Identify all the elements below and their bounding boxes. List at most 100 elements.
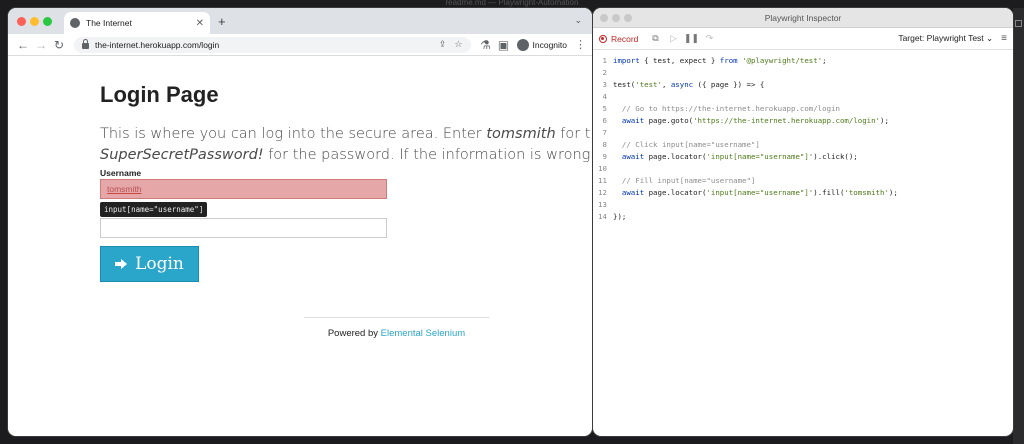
code-line: 8 // Click input[name="username"]: [593, 138, 1013, 150]
maximize-window-button[interactable]: [624, 14, 632, 22]
record-icon: [599, 34, 607, 43]
maximize-window-button[interactable]: [43, 17, 52, 26]
line-number: 3: [602, 79, 607, 89]
address-bar[interactable]: the-internet.herokuapp.com/login ⇪ ☆: [74, 36, 471, 53]
line-number: 7: [602, 127, 607, 137]
bookmark-star-icon[interactable]: ☆: [454, 39, 462, 50]
code-text: import { test, expect } from '@playwrigh…: [613, 55, 827, 65]
incognito-icon: [516, 38, 529, 51]
share-icon[interactable]: ⇪: [439, 39, 447, 50]
inspector-title: Playwright Inspector: [764, 13, 842, 23]
code-line: 5 // Go to https://the-internet.herokuap…: [593, 102, 1013, 114]
new-tab-button[interactable]: +: [218, 14, 226, 29]
incognito-indicator[interactable]: Incognito: [516, 38, 568, 51]
code-line: 1 import { test, expect } from '@playwrig…: [593, 54, 1013, 66]
incognito-label: Incognito: [532, 39, 568, 50]
username-value: tomsmith: [107, 184, 142, 194]
code-line: 10: [593, 162, 1013, 174]
password-input[interactable]: [100, 218, 387, 238]
line-number: 10: [598, 163, 607, 173]
browser-window: The Internet ✕ + ⌄ ← → ↻ the-internet.he…: [8, 8, 592, 436]
username-label: Username: [100, 168, 142, 178]
code-text: // Go to https://the-internet.herokuapp.…: [613, 103, 840, 113]
menu-icon[interactable]: ≡: [1001, 33, 1007, 44]
tab-bar: The Internet ✕ + ⌄: [8, 8, 592, 34]
reload-button[interactable]: ↻: [50, 38, 68, 52]
desktop-window-title: readme.md — Playwright-Automation: [445, 0, 579, 7]
code-line: 9 await page.locator('input[name="userna…: [593, 150, 1013, 162]
username-input[interactable]: tomsmith: [100, 179, 387, 199]
page-footer: Powered by Elemental Selenium: [304, 328, 489, 339]
side-panel-icon[interactable]: ▣: [495, 38, 513, 52]
minimize-window-button[interactable]: [30, 17, 39, 26]
line-number: 1: [602, 55, 607, 65]
code-line: 6 await page.goto('https://the-internet.…: [593, 114, 1013, 126]
code-text: test('test', async ({ page }) => {: [613, 79, 765, 89]
intro-password: SuperSecretPassword!: [100, 147, 264, 163]
selector-tooltip: input[name="username"]: [100, 202, 208, 217]
footer-divider: [304, 317, 489, 318]
elemental-selenium-link[interactable]: Elemental Selenium: [381, 328, 466, 339]
record-label: Record: [611, 33, 639, 44]
web-page: Login Page This is where you can log int…: [8, 56, 592, 436]
forward-button[interactable]: →: [32, 38, 50, 52]
line-number: 6: [602, 115, 607, 125]
pause-icon[interactable]: ❚❚: [682, 33, 700, 44]
tab-search-icon[interactable]: ⌄: [574, 15, 582, 26]
browser-menu-icon[interactable]: ⋮: [575, 38, 586, 51]
close-window-button[interactable]: [17, 17, 26, 26]
minimize-window-button[interactable]: [612, 14, 620, 22]
code-line: 2: [593, 66, 1013, 78]
line-number: 13: [598, 199, 607, 209]
close-window-button[interactable]: [600, 14, 608, 22]
login-label: Login: [135, 254, 184, 274]
footer-prefix: Powered by: [327, 328, 381, 339]
background-window-edge: [1013, 8, 1024, 444]
line-number: 2: [602, 67, 607, 77]
inspector-toolbar: Record ⧉ ▷ ❚❚ ↷ Target: Playwright Test …: [593, 28, 1013, 50]
globe-icon: [70, 18, 80, 28]
browser-tab[interactable]: The Internet ✕: [64, 12, 210, 34]
line-number: 4: [602, 91, 607, 101]
code-text: });: [613, 211, 627, 221]
code-text: // Click input[name="username"]: [613, 139, 760, 149]
line-number: 14: [598, 211, 607, 221]
code-line: 14});: [593, 210, 1013, 222]
code-text: // Fill input[name="username"]: [613, 175, 756, 185]
code-line: 4: [593, 90, 1013, 102]
target-label: Target: Playwright Test: [898, 33, 984, 43]
code-text: await page.locator('input[name="username…: [621, 151, 858, 161]
intro-text: This is where you can log into the secur…: [100, 124, 592, 166]
lock-icon: [82, 38, 89, 49]
line-number: 9: [602, 151, 607, 161]
code-editor[interactable]: 1 import { test, expect } from '@playwrig…: [593, 50, 1013, 222]
line-number: 5: [602, 103, 607, 113]
code-line: 13: [593, 198, 1013, 210]
inspector-titlebar: Playwright Inspector: [593, 8, 1013, 28]
intro-part: for the username and: [560, 126, 592, 142]
code-line: 11 // Fill input[name="username"]: [593, 174, 1013, 186]
address-url: the-internet.herokuapp.com/login: [95, 39, 220, 50]
extension-flask-icon[interactable]: ⚗: [477, 38, 495, 52]
line-number: 8: [602, 139, 607, 149]
code-line: 7: [593, 126, 1013, 138]
copy-icon[interactable]: ⧉: [646, 33, 664, 44]
tab-title: The Internet: [86, 18, 132, 28]
back-button[interactable]: ←: [14, 38, 32, 52]
code-text: await page.goto('https://the-internet.he…: [621, 115, 889, 125]
window-control-icon: [1015, 20, 1022, 27]
login-button[interactable]: Login: [100, 246, 199, 282]
resume-icon[interactable]: ▷: [664, 33, 682, 44]
page-title: Login Page: [100, 82, 219, 107]
intro-username: tomsmith: [486, 126, 556, 142]
inspector-window: Playwright Inspector Record ⧉ ▷ ❚❚ ↷ Tar…: [593, 8, 1013, 436]
target-selector[interactable]: Target: Playwright Test ⌄: [898, 33, 993, 44]
browser-toolbar: ← → ↻ the-internet.herokuapp.com/login ⇪…: [8, 34, 592, 56]
close-tab-icon[interactable]: ✕: [196, 18, 204, 29]
code-text: await page.locator('input[name="username…: [621, 187, 898, 197]
sign-in-icon: [115, 257, 129, 271]
step-over-icon[interactable]: ↷: [700, 33, 718, 44]
line-number: 12: [598, 187, 607, 197]
record-button[interactable]: Record: [599, 34, 638, 44]
intro-part: for the password. If the information is …: [268, 147, 592, 163]
